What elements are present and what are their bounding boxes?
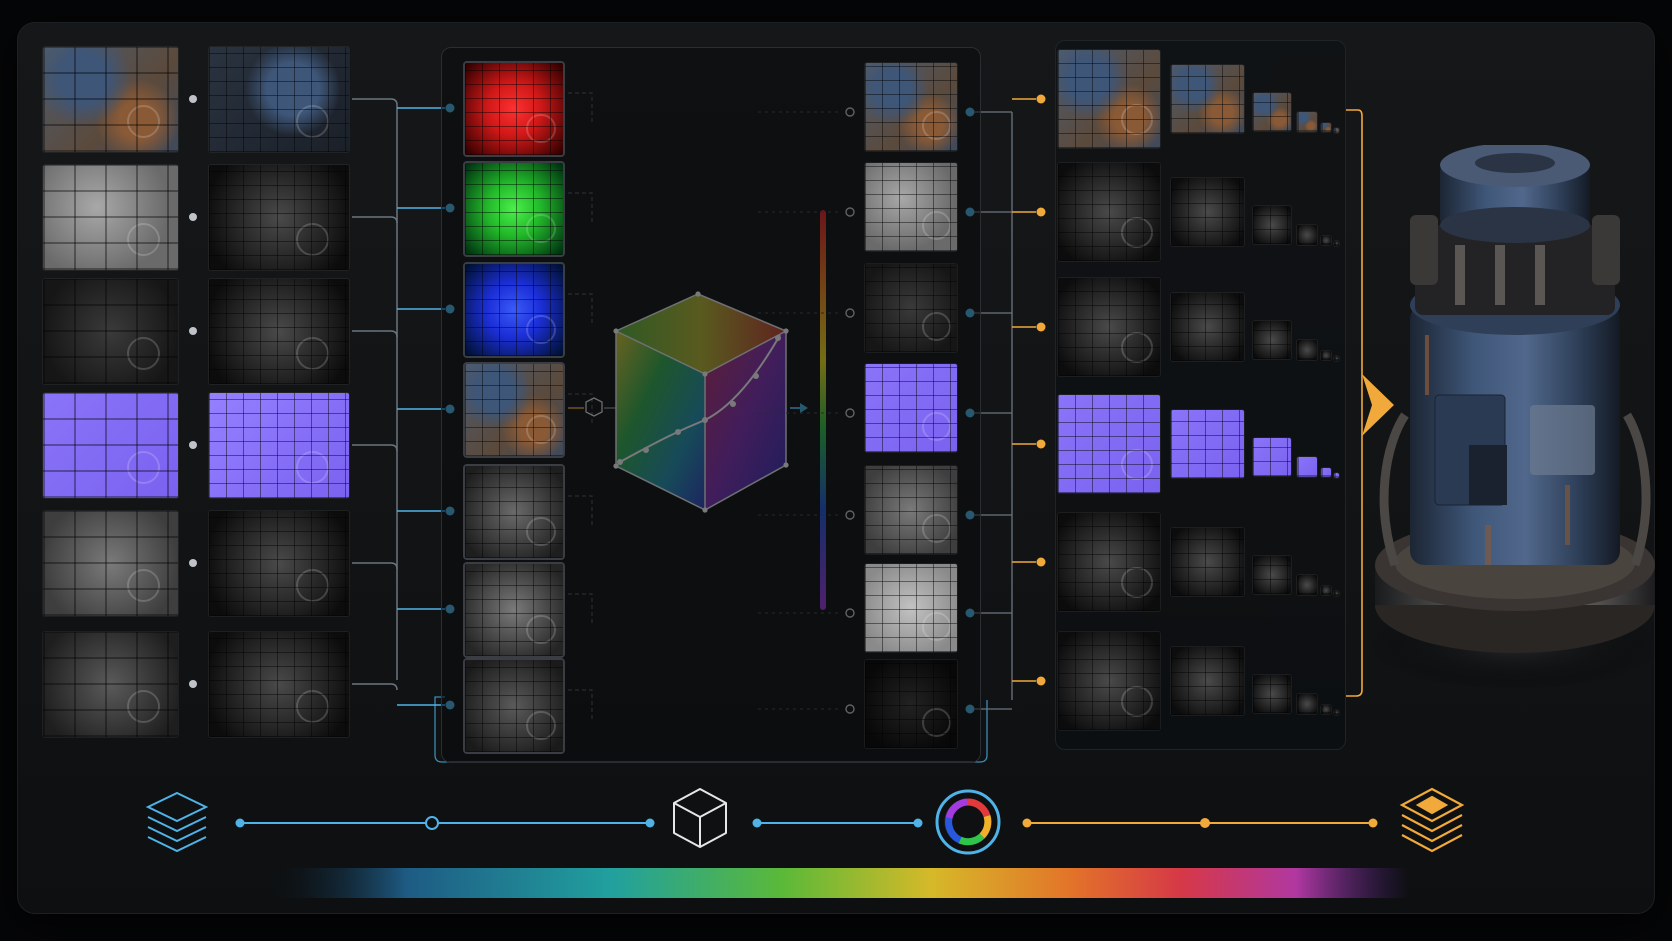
timeline-node (425, 816, 439, 830)
mip-dot (1036, 557, 1046, 567)
input-detail-ambient-occlusion (209, 632, 349, 737)
output-tile-metallic (865, 264, 957, 352)
output-tile-roughness (865, 163, 957, 251)
cube-icon (673, 788, 727, 848)
output-tile-specular (865, 564, 957, 652)
input-detail-roughness (209, 165, 349, 270)
input-texture-ambient-occlusion (43, 632, 178, 737)
input-texture-height (43, 511, 178, 616)
channel-tile-grayscale-b (465, 564, 563, 656)
channel-tile-green-channel (465, 163, 563, 255)
mip-level-5-normal (1334, 473, 1339, 478)
timeline-dot (1368, 818, 1378, 828)
mip-level-5-ambient-occlusion (1334, 710, 1339, 715)
layers-stack-icon (145, 791, 209, 853)
mip-level-0-roughness (1058, 163, 1160, 261)
row-dot (189, 441, 197, 449)
output-tile-emissive (865, 660, 957, 748)
mip-level-5-roughness (1334, 241, 1339, 246)
mip-level-3-height (1297, 575, 1317, 595)
input-detail-albedo (209, 47, 349, 152)
mip-level-2-height (1253, 556, 1291, 594)
timeline-dot (752, 818, 762, 828)
mip-level-0-metallic (1058, 278, 1160, 376)
mip-dot (1036, 322, 1046, 332)
row-dot (189, 213, 197, 221)
mip-level-5-albedo (1334, 128, 1339, 133)
input-texture-normal (43, 393, 178, 498)
mip-dot (1036, 676, 1046, 686)
chevron-right-icon (1362, 374, 1394, 436)
input-texture-metallic (43, 279, 178, 384)
mip-level-1-ambient-occlusion (1171, 647, 1244, 715)
input-detail-metallic (209, 279, 349, 384)
mip-dot (1036, 94, 1046, 104)
mip-level-0-ambient-occlusion (1058, 632, 1160, 730)
input-connector (352, 216, 398, 224)
mip-dot (1036, 439, 1046, 449)
mip-level-2-metallic (1253, 321, 1291, 359)
mip-level-2-albedo (1253, 93, 1291, 131)
channel-tile-red-channel (465, 63, 563, 155)
timeline-node (1200, 818, 1210, 828)
mip-level-3-normal (1297, 457, 1317, 477)
channel-tile-grayscale-a (465, 466, 563, 558)
output-tile-height (865, 466, 957, 554)
timeline-dot (1022, 818, 1032, 828)
channel-tile-blue-channel (465, 264, 563, 356)
mip-level-3-albedo (1297, 112, 1317, 132)
mip-level-2-normal (1253, 438, 1291, 476)
mip-level-4-albedo (1321, 123, 1331, 132)
mip-level-2-roughness (1253, 206, 1291, 244)
input-texture-albedo (43, 47, 178, 152)
mip-level-0-normal (1058, 395, 1160, 493)
mip-level-1-metallic (1171, 293, 1244, 361)
mip-level-4-height (1321, 586, 1331, 595)
mip-level-3-roughness (1297, 225, 1317, 245)
mip-level-4-roughness (1321, 236, 1331, 245)
row-dot (189, 680, 197, 688)
mip-level-1-albedo (1171, 65, 1244, 133)
input-detail-normal (209, 393, 349, 498)
channel-tile-albedo (465, 364, 563, 456)
mip-level-3-ambient-occlusion (1297, 694, 1317, 714)
mip-level-0-height (1058, 513, 1160, 611)
color-wheel-icon (935, 789, 1001, 855)
mip-level-1-height (1171, 528, 1244, 596)
output-tile-normal (865, 364, 957, 452)
mip-level-4-metallic (1321, 351, 1331, 360)
input-detail-height (209, 511, 349, 616)
pipeline-diagram (0, 0, 1672, 941)
mip-level-3-metallic (1297, 340, 1317, 360)
input-connector (352, 562, 398, 570)
input-connector (352, 683, 398, 691)
channel-tile-grayscale-c (465, 660, 563, 752)
rusted-cylinder-render (1365, 145, 1655, 690)
mip-level-5-metallic (1334, 356, 1339, 361)
timeline-dot (645, 818, 655, 828)
input-connector (352, 330, 398, 338)
mip-level-2-ambient-occlusion (1253, 675, 1291, 713)
input-connector (352, 444, 398, 452)
input-texture-roughness (43, 165, 178, 270)
layers-stack-gold-icon (1399, 787, 1465, 853)
input-connector (352, 98, 398, 106)
mip-level-4-normal (1321, 468, 1331, 477)
mip-level-1-normal (1171, 410, 1244, 478)
output-tile-albedo (865, 63, 957, 151)
mip-level-4-ambient-occlusion (1321, 705, 1331, 714)
spectrum-gradient-bar (270, 868, 1410, 898)
timeline-dot (913, 818, 923, 828)
row-dot (189, 95, 197, 103)
row-dot (189, 327, 197, 335)
row-dot (189, 559, 197, 567)
mip-level-5-height (1334, 591, 1339, 596)
mip-dot (1036, 207, 1046, 217)
timeline-dot (235, 818, 245, 828)
mip-level-1-roughness (1171, 178, 1244, 246)
mip-level-0-albedo (1058, 50, 1160, 148)
